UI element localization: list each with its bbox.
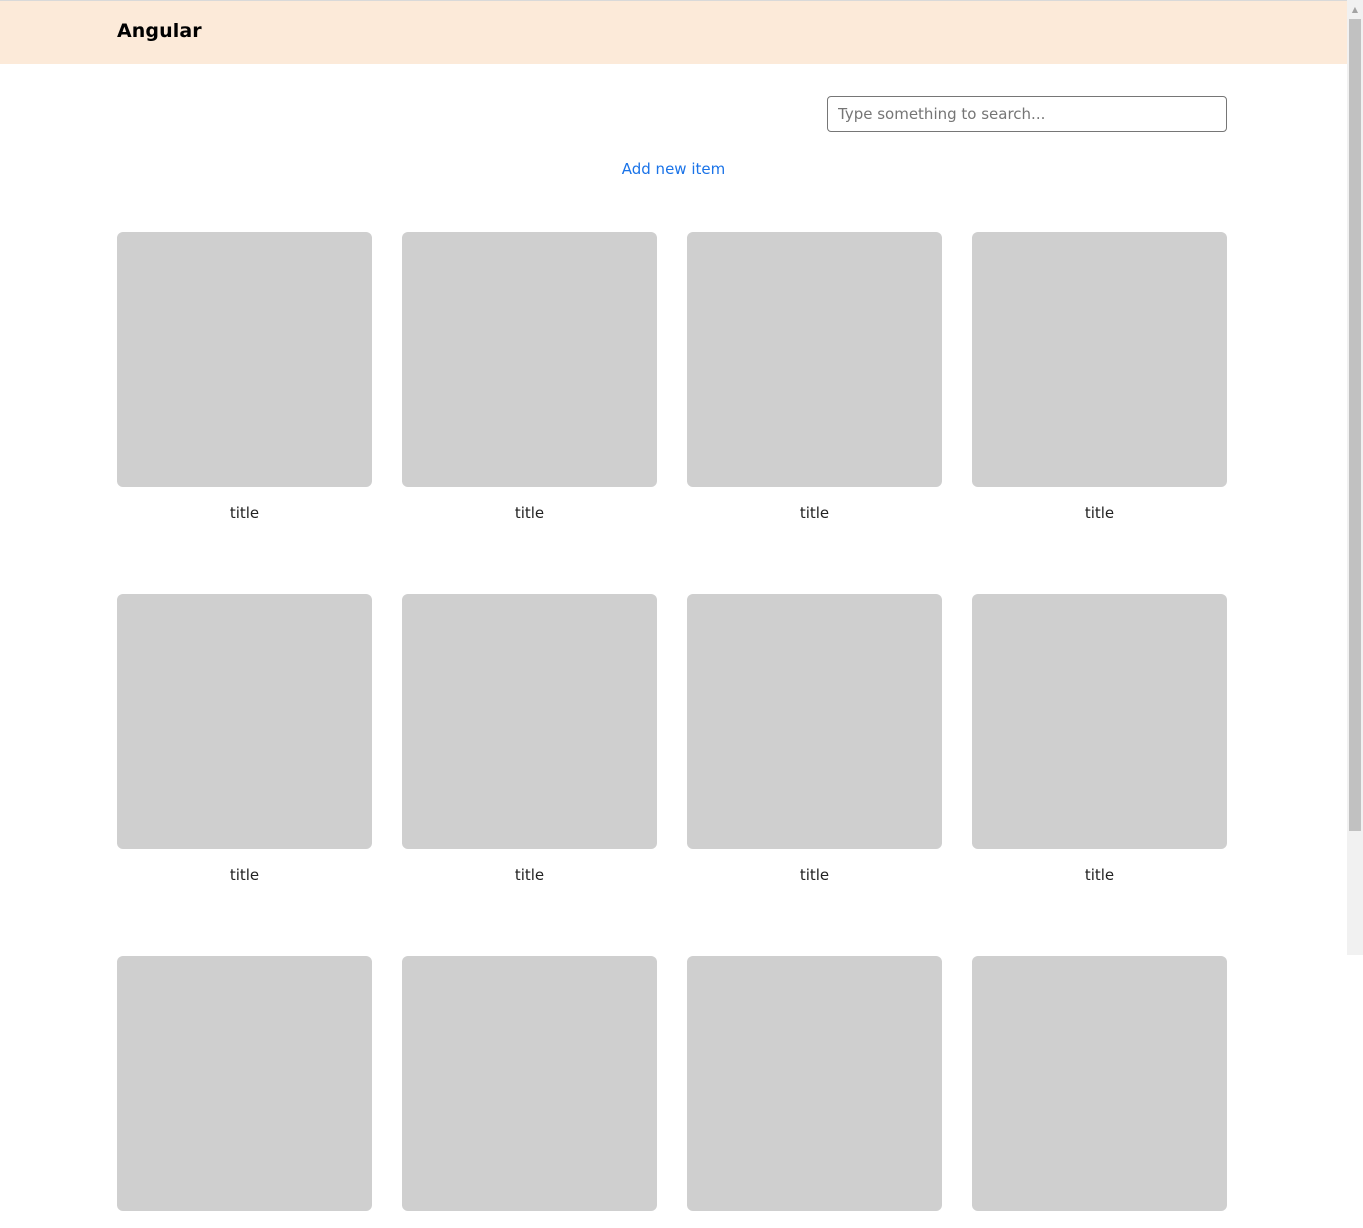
search-input[interactable] — [827, 96, 1227, 132]
item-card[interactable] — [972, 956, 1227, 1228]
scroll-up-arrow-icon[interactable]: ▲ — [1347, 0, 1363, 18]
item-card[interactable]: title — [972, 594, 1227, 884]
item-image-placeholder[interactable] — [117, 232, 372, 487]
item-title: title — [799, 504, 830, 522]
item-card[interactable]: title — [972, 232, 1227, 522]
item-card[interactable] — [687, 956, 942, 1228]
scrollbar-thumb[interactable] — [1349, 19, 1361, 831]
item-image-placeholder[interactable] — [117, 594, 372, 849]
item-image-placeholder[interactable] — [687, 232, 942, 487]
item-card[interactable]: title — [687, 232, 942, 522]
item-card[interactable]: title — [402, 594, 657, 884]
brand-title[interactable]: Angular — [117, 20, 202, 42]
item-card[interactable]: title — [117, 232, 372, 522]
item-image-placeholder[interactable] — [972, 232, 1227, 487]
item-image-placeholder[interactable] — [687, 594, 942, 849]
item-image-placeholder[interactable] — [402, 594, 657, 849]
item-card[interactable]: title — [402, 232, 657, 522]
item-grid: title title title title title title titl… — [117, 232, 1227, 1228]
item-image-placeholder[interactable] — [972, 956, 1227, 1211]
vertical-scrollbar[interactable]: ▲ — [1347, 0, 1363, 955]
item-title: title — [799, 866, 830, 884]
item-title: title — [1084, 504, 1115, 522]
item-image-placeholder[interactable] — [402, 232, 657, 487]
item-image-placeholder[interactable] — [972, 594, 1227, 849]
item-image-placeholder[interactable] — [117, 956, 372, 1211]
item-title: title — [514, 504, 545, 522]
item-image-placeholder[interactable] — [687, 956, 942, 1211]
item-image-placeholder[interactable] — [402, 956, 657, 1211]
item-card[interactable]: title — [117, 594, 372, 884]
add-new-item-link[interactable]: Add new item — [0, 160, 1347, 178]
item-card[interactable] — [402, 956, 657, 1228]
item-title: title — [1084, 866, 1115, 884]
item-title: title — [229, 504, 260, 522]
item-card[interactable] — [117, 956, 372, 1228]
item-title: title — [229, 866, 260, 884]
item-card[interactable]: title — [687, 594, 942, 884]
item-title: title — [514, 866, 545, 884]
app-header: Angular — [0, 1, 1347, 64]
